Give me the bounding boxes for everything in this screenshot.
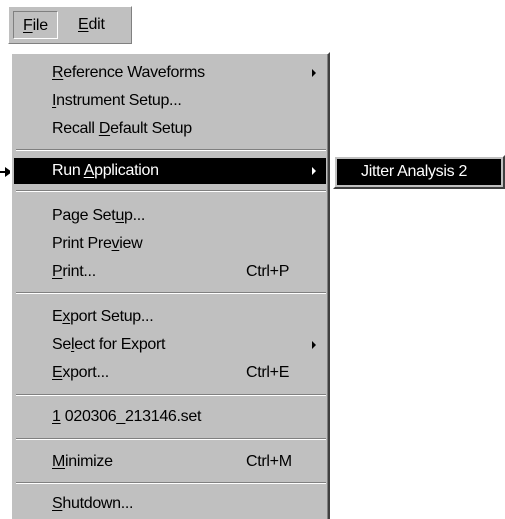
- mnemonic: 1: [52, 408, 61, 425]
- menu-item-minimize[interactable]: Minimize Ctrl+M: [14, 449, 326, 475]
- menu-separator: [16, 482, 326, 484]
- file-dropdown-menu: Reference Waveforms Instrument Setup... …: [10, 52, 330, 519]
- label-post: inimize: [65, 453, 113, 470]
- label-post: p...: [124, 207, 146, 224]
- menu-item-label: Export Setup...: [52, 304, 154, 330]
- edit-menu[interactable]: Edit: [69, 11, 114, 39]
- label-post: ect for Export: [74, 336, 166, 353]
- submenu-arrow-icon: [312, 341, 316, 349]
- menu-item-label: Export...: [52, 360, 109, 386]
- shortcut-label: Ctrl+P: [246, 263, 290, 280]
- label-post: rint...: [62, 263, 96, 280]
- label-post: 020306_213146.set: [60, 408, 202, 425]
- mnemonic: S: [52, 495, 63, 512]
- menu-item-shutdown[interactable]: Shutdown...: [14, 491, 326, 517]
- menu-item-label: Recall Default Setup: [52, 116, 192, 142]
- submenu-item-label: Jitter Analysis 2: [361, 163, 468, 180]
- menu-item-label: Run Application: [52, 158, 159, 184]
- label-post: pplication: [94, 162, 159, 179]
- submenu-arrow-icon: [312, 167, 316, 175]
- menu-item-label: Print Preview: [52, 231, 143, 257]
- menu-item-print-preview[interactable]: Print Preview: [14, 231, 326, 257]
- menu-separator: [16, 149, 326, 151]
- label-pre: Print Pre: [52, 235, 112, 252]
- shortcut-label: Ctrl+E: [246, 364, 290, 381]
- label-post: nstrument Setup...: [56, 92, 182, 109]
- mnemonic: u: [115, 207, 125, 224]
- label-post: eference Waveforms: [63, 64, 205, 81]
- menu-item-recent-file[interactable]: 1 020306_213146.set: [14, 404, 326, 430]
- run-application-submenu: Jitter Analysis 2: [333, 155, 505, 189]
- mnemonic: E: [52, 364, 63, 381]
- menu-separator: [16, 292, 326, 294]
- menu-item-label: Page Setup...: [52, 203, 145, 229]
- file-menu-mnemonic: F: [23, 17, 33, 34]
- mnemonic: D: [98, 120, 111, 137]
- menu-item-label: Print...: [52, 259, 96, 285]
- submenu-arrow-icon: [312, 69, 316, 77]
- label-pre: Se: [52, 336, 71, 353]
- menu-item-run-application[interactable]: Run Application: [14, 158, 326, 184]
- label-pre: Run: [52, 162, 84, 179]
- shortcut-label: Ctrl+M: [246, 453, 292, 470]
- menu-item-label: 1 020306_213146.set: [52, 404, 201, 430]
- label-post: port Setup...: [70, 308, 154, 325]
- edit-menu-label: dit: [88, 16, 105, 33]
- menu-separator: [16, 190, 326, 192]
- menu-item-print[interactable]: Print... Ctrl+P: [14, 259, 326, 285]
- label-post: iew: [119, 235, 143, 252]
- edit-menu-mnemonic: E: [78, 16, 89, 33]
- menu-item-page-setup[interactable]: Page Setup...: [14, 203, 326, 229]
- menu-item-label: Shutdown...: [52, 491, 134, 517]
- menu-item-recall-default-setup[interactable]: Recall Default Setup: [14, 116, 326, 142]
- mnemonic: M: [52, 453, 66, 470]
- menu-item-label: Select for Export: [52, 332, 166, 358]
- menu-separator: [16, 438, 326, 440]
- mnemonic: R: [52, 64, 64, 81]
- menu-item-select-for-export[interactable]: Select for Export: [14, 332, 326, 358]
- label-pre: Page Set: [52, 207, 116, 224]
- mnemonic: P: [52, 263, 63, 280]
- menu-item-label: Minimize: [52, 449, 113, 475]
- menu-item-export[interactable]: Export... Ctrl+E: [14, 360, 326, 386]
- mnemonic: x: [62, 308, 71, 325]
- label-pre: E: [52, 308, 63, 325]
- menu-item-export-setup[interactable]: Export Setup...: [14, 304, 326, 330]
- menu-item-instrument-setup[interactable]: Instrument Setup...: [14, 88, 326, 114]
- file-menu[interactable]: File: [13, 11, 58, 39]
- menu-separator: [16, 394, 326, 396]
- label-post: hutdown...: [62, 495, 134, 512]
- file-menu-label: ile: [32, 17, 49, 34]
- menu-item-reference-waveforms[interactable]: Reference Waveforms: [14, 60, 326, 86]
- menu-item-label: Reference Waveforms: [52, 60, 205, 86]
- label-post: efault Setup: [110, 120, 192, 137]
- label-post: xport...: [62, 364, 109, 381]
- label-pre: Recall: [52, 120, 99, 137]
- menu-item-label: Instrument Setup...: [52, 88, 182, 114]
- submenu-item-jitter-analysis[interactable]: Jitter Analysis 2: [337, 159, 501, 185]
- menu-bar: File Edit: [8, 6, 132, 44]
- mnemonic: A: [83, 162, 95, 179]
